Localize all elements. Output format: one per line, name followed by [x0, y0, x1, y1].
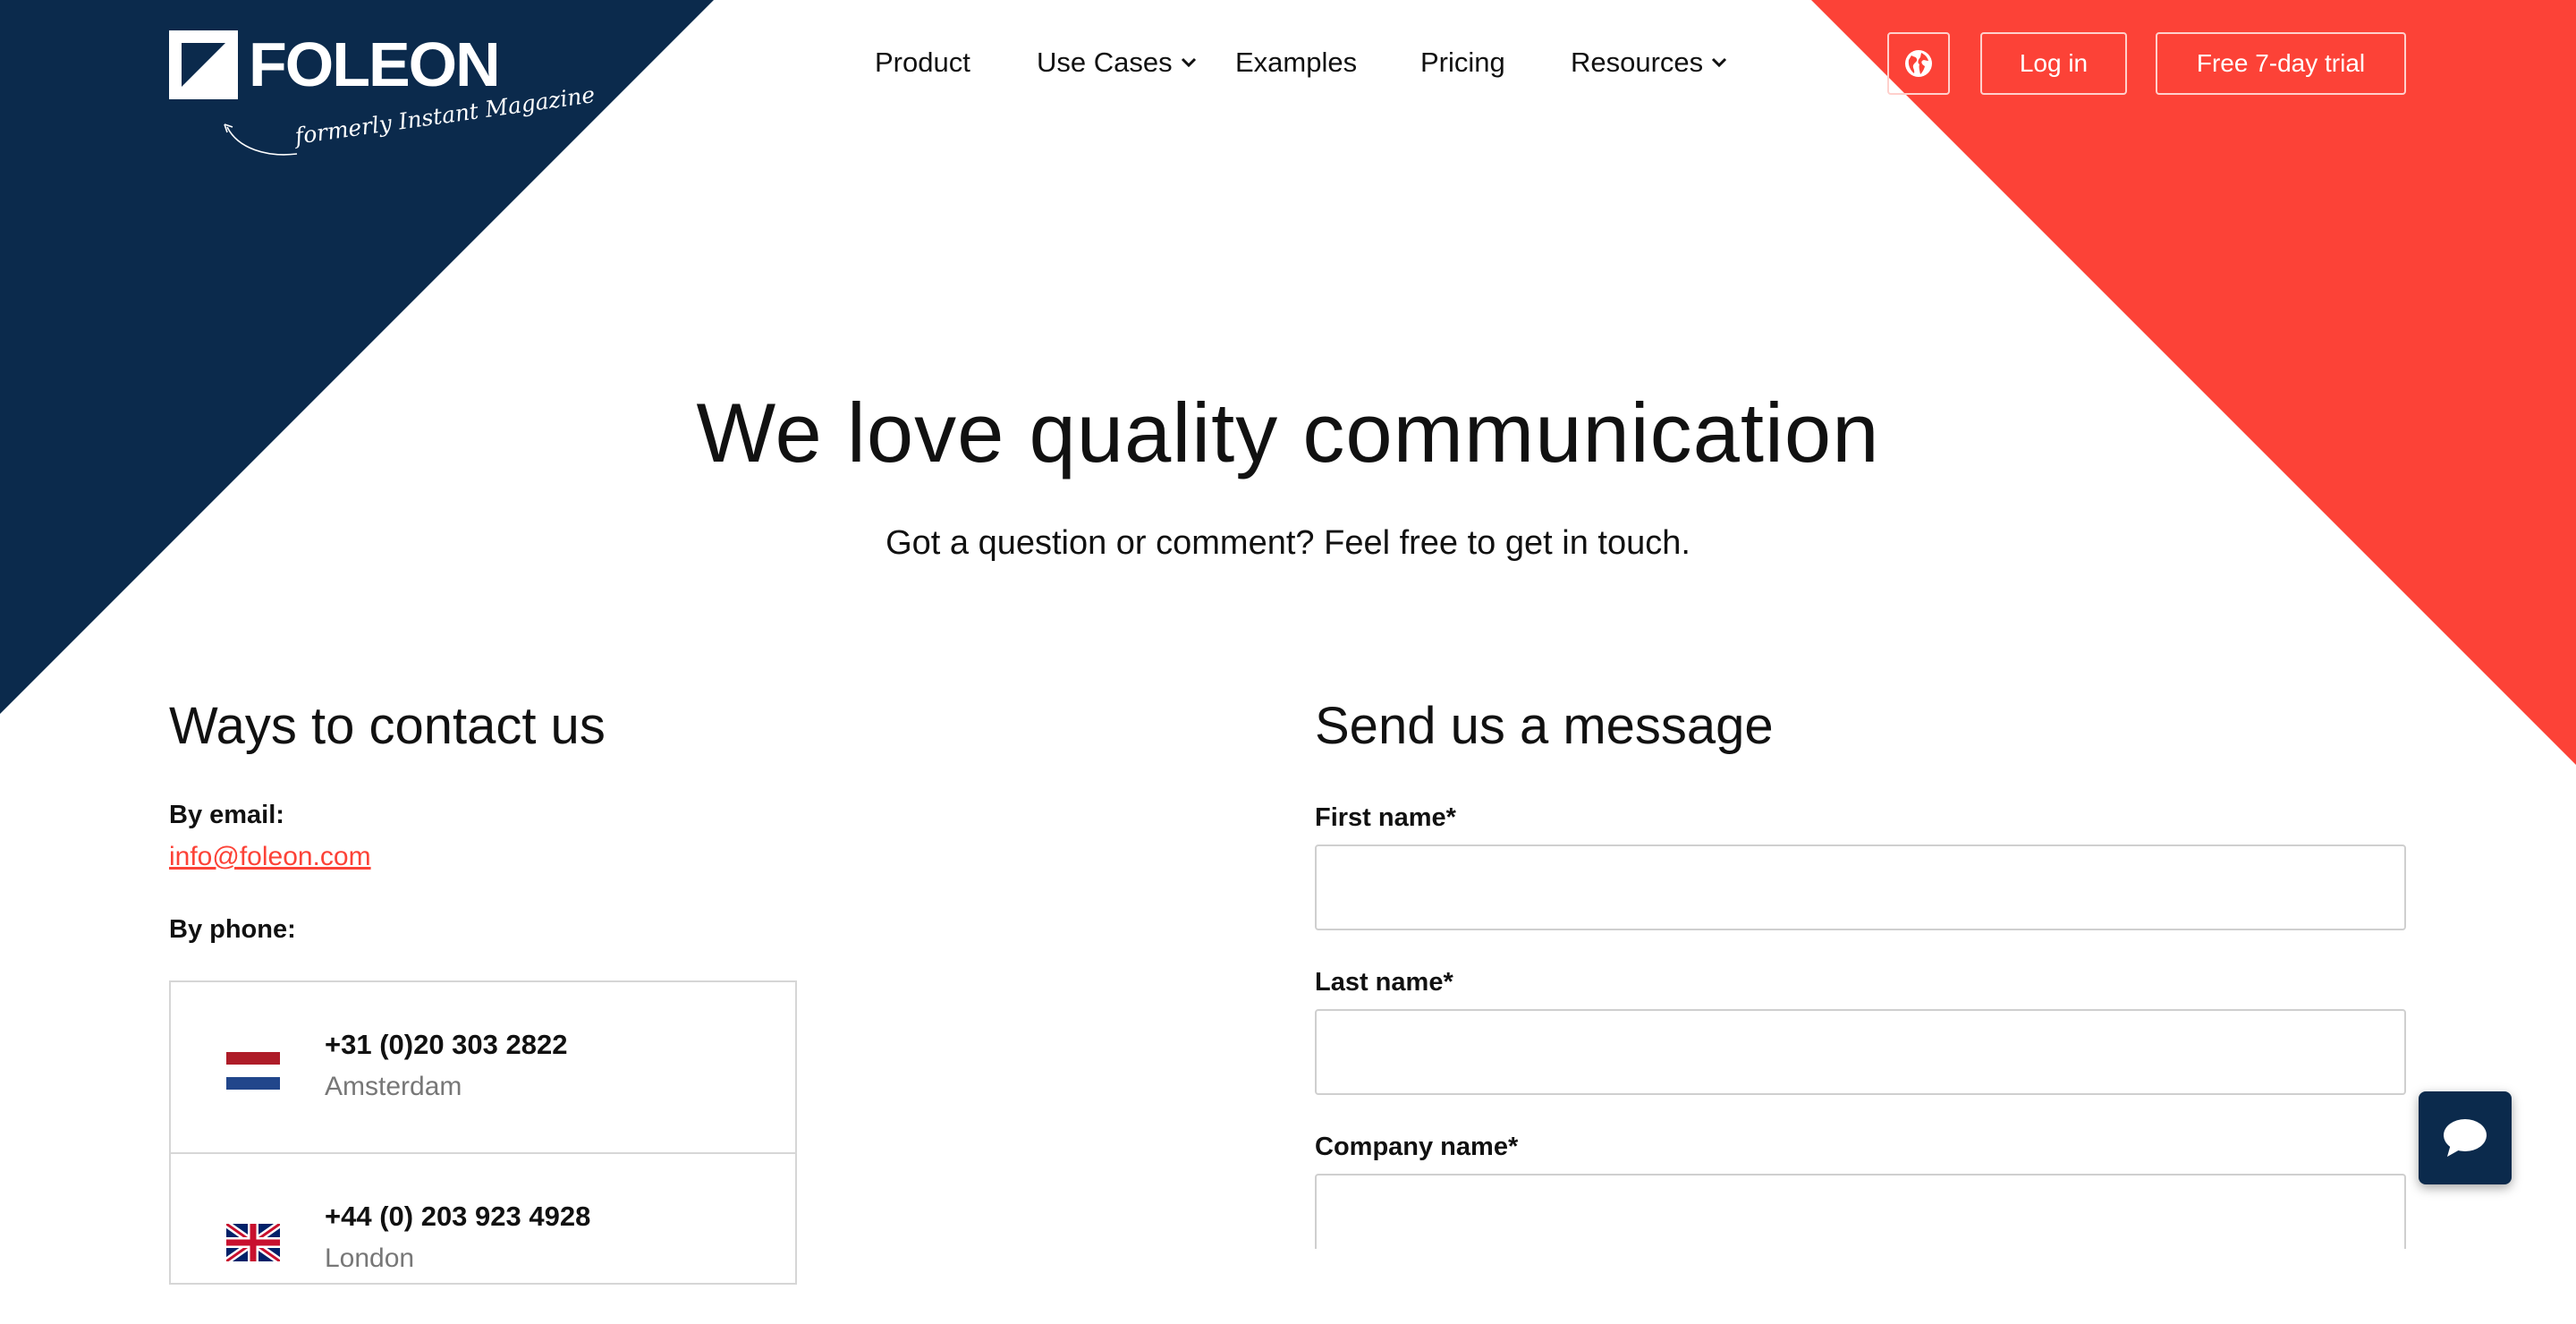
phone-number: +31 (0)20 303 2822: [325, 1029, 568, 1060]
tagline-arrow-icon: [224, 123, 298, 156]
nav-item-label: Resources: [1571, 47, 1704, 78]
phone-label: By phone:: [169, 915, 296, 944]
contact-heading: Ways to contact us: [169, 697, 606, 755]
free-trial-button[interactable]: Free 7-day trial: [2156, 32, 2406, 95]
email-link[interactable]: info@foleon.com: [169, 842, 371, 872]
chevron-down-icon: [1181, 57, 1196, 68]
nav-item-label: Product: [875, 47, 970, 78]
phone-city: Amsterdam: [325, 1072, 462, 1101]
foleon-logo[interactable]: FOLEON: [169, 30, 501, 99]
phone-list: +31 (0)20 303 2822 Amsterdam +44 (0) 203…: [169, 980, 797, 1285]
nav-item-label: Examples: [1235, 47, 1358, 78]
first-name-label: First name*: [1315, 803, 1456, 832]
globe-icon: [1905, 50, 1932, 77]
chat-bubble-icon: [2444, 1119, 2487, 1157]
language-selector-button[interactable]: [1887, 32, 1950, 95]
chat-widget-button[interactable]: [2419, 1091, 2512, 1184]
company-name-field[interactable]: [1315, 1174, 2406, 1249]
form-heading: Send us a message: [1315, 697, 1774, 755]
page-subtitle: Got a question or comment? Feel free to …: [886, 524, 1690, 562]
phone-city: London: [325, 1243, 415, 1273]
last-name-field[interactable]: [1315, 1009, 2406, 1095]
email-label: By email:: [169, 801, 284, 829]
nav-item-product[interactable]: Product: [875, 47, 970, 79]
company-name-label: Company name*: [1315, 1133, 1519, 1161]
foleon-logo-mark-icon: [169, 30, 238, 99]
last-name-label: Last name*: [1315, 968, 1453, 997]
nav-item-label: Use Cases: [1037, 47, 1173, 78]
page-title: We love quality communication: [696, 386, 1880, 480]
netherlands-flag-icon: [226, 1052, 280, 1090]
nav-item-label: Pricing: [1420, 47, 1505, 78]
nav-item-pricing[interactable]: Pricing: [1420, 47, 1505, 79]
uk-flag-icon: [226, 1224, 280, 1261]
phone-item-london[interactable]: +44 (0) 203 923 4928 London: [171, 1152, 795, 1324]
phone-item-amsterdam[interactable]: +31 (0)20 303 2822 Amsterdam: [171, 982, 795, 1152]
chevron-down-icon: [1712, 57, 1727, 68]
nav-item-examples[interactable]: Examples: [1235, 47, 1357, 79]
phone-number: +44 (0) 203 923 4928: [325, 1201, 591, 1232]
login-button[interactable]: Log in: [1980, 32, 2127, 95]
nav-item-use-cases[interactable]: Use Cases: [1037, 47, 1197, 79]
logo-wordmark: FOLEON: [249, 30, 501, 99]
first-name-field[interactable]: [1315, 844, 2406, 930]
nav-item-resources[interactable]: Resources: [1571, 47, 1727, 79]
